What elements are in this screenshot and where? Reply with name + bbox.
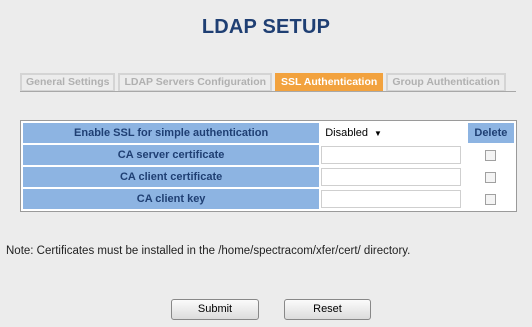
row-label-ca-client-key: CA client key bbox=[23, 189, 320, 209]
table-row: CA client key bbox=[23, 189, 514, 209]
ssl-settings-table: Enable SSL for simple authentication Dis… bbox=[20, 120, 517, 212]
row-label-ca-client-certificate: CA client certificate bbox=[23, 167, 320, 187]
tab-group-authentication[interactable]: Group Authentication bbox=[386, 73, 506, 92]
tab-ldap-servers-configuration[interactable]: LDAP Servers Configuration bbox=[118, 73, 273, 92]
row-label-ca-server-certificate: CA server certificate bbox=[23, 145, 320, 165]
ca-server-certificate-input[interactable] bbox=[321, 146, 462, 164]
chevron-down-icon: ▼ bbox=[374, 128, 382, 138]
delete-ca-server-certificate-checkbox[interactable] bbox=[485, 149, 497, 161]
page-title: LDAP SETUP bbox=[201, 16, 331, 38]
tab-bar: General Settings LDAP Servers Configurat… bbox=[20, 73, 506, 92]
table-row: CA server certificate bbox=[23, 145, 514, 165]
submit-button[interactable]: Submit bbox=[171, 299, 259, 320]
ca-client-key-input[interactable] bbox=[321, 190, 462, 208]
row-label-enable-ssl: Enable SSL for simple authentication bbox=[23, 123, 320, 143]
delete-column-header: Delete bbox=[467, 123, 514, 143]
enable-ssl-select-value: Disabled bbox=[325, 127, 369, 139]
tab-ssl-authentication[interactable]: SSL Authentication bbox=[275, 73, 384, 92]
tab-general-settings[interactable]: General Settings bbox=[20, 73, 116, 92]
delete-ca-client-key-checkbox[interactable] bbox=[485, 193, 497, 205]
delete-ca-client-certificate-checkbox[interactable] bbox=[485, 171, 497, 183]
certificate-note: Note: Certificates must be installed in … bbox=[6, 245, 411, 257]
ca-client-certificate-input[interactable] bbox=[321, 168, 462, 186]
tab-divider bbox=[20, 91, 516, 92]
table-row: Enable SSL for simple authentication Dis… bbox=[23, 123, 514, 143]
reset-button[interactable]: Reset bbox=[284, 299, 371, 320]
enable-ssl-select[interactable]: Disabled ▼ bbox=[321, 125, 386, 141]
table-row: CA client certificate bbox=[23, 167, 514, 187]
